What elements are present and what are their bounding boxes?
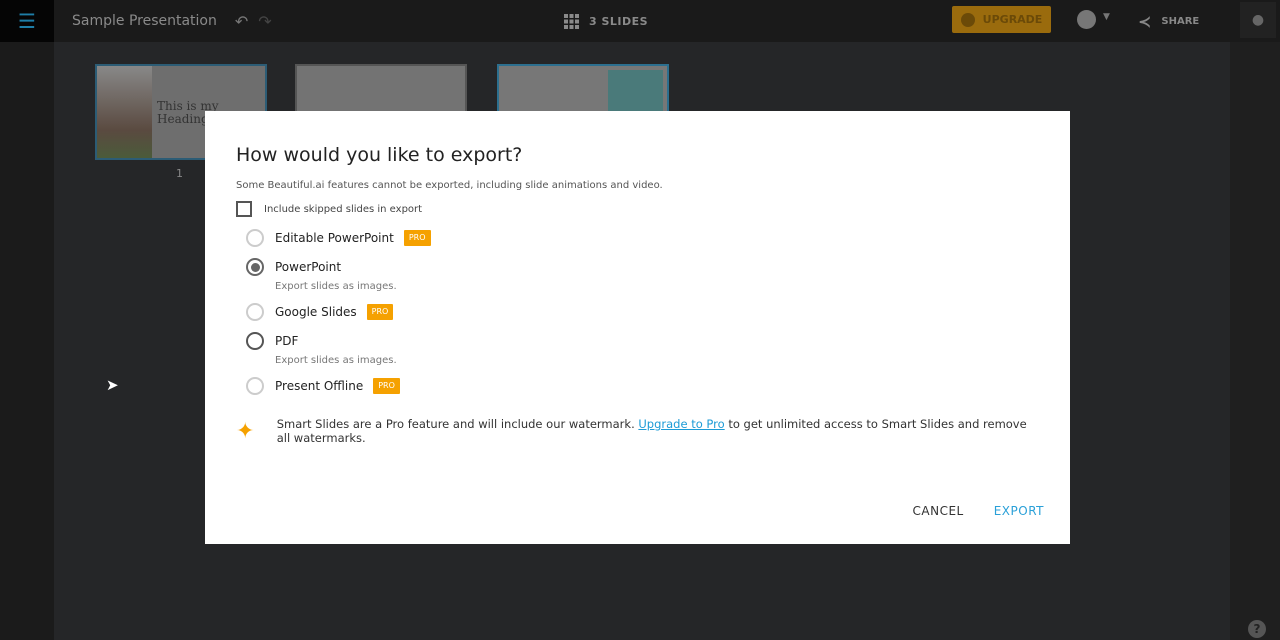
option-pdf[interactable]: PDF Export slides as images. [246, 332, 1039, 366]
radio-button[interactable] [246, 303, 264, 321]
option-hint: Export slides as images. [275, 281, 397, 292]
option-label: Google Slides [275, 305, 357, 319]
presentation-title[interactable]: Sample Presentation [72, 13, 217, 29]
grid-icon [564, 13, 579, 29]
upgrade-to-pro-link[interactable]: Upgrade to Pro [638, 417, 724, 431]
pro-badge: PRO [373, 378, 400, 394]
right-sidebar [1230, 42, 1280, 640]
option-label: PowerPoint [275, 260, 342, 274]
menu-icon[interactable]: ☰ [0, 0, 54, 42]
export-dialog: How would you like to export? Some Beaut… [205, 111, 1070, 544]
radio-button[interactable] [246, 332, 264, 350]
option-label: Editable PowerPoint [275, 231, 394, 245]
mouse-cursor-icon: ➤ [106, 376, 119, 394]
export-options: Editable PowerPoint PRO PowerPoint Export … [246, 229, 1039, 395]
cancel-button[interactable]: CANCEL [913, 504, 964, 518]
upgrade-icon [960, 12, 975, 27]
option-label: PDF [275, 334, 299, 348]
user-avatar-icon[interactable]: ● [1240, 2, 1276, 38]
include-skipped-checkbox[interactable]: Include skipped slides in export [236, 201, 1039, 217]
top-bar: ☰ Sample Presentation ↶ ↷ 3 SLIDES UPGRA… [0, 0, 1280, 42]
smart-slides-notice: ✦ Smart Slides are a Pro feature and will… [236, 417, 1039, 445]
left-sidebar [0, 42, 54, 640]
pro-badge: PRO [403, 230, 431, 246]
radio-button[interactable] [246, 258, 264, 276]
option-powerpoint[interactable]: PowerPoint Export slides as images. [246, 258, 1039, 292]
slides-button[interactable]: 3 SLIDES [564, 0, 648, 42]
share-button[interactable]: ≺ SHARE [1138, 0, 1199, 42]
notice-text: Smart Slides are a Pro feature and will … [276, 417, 639, 431]
pro-badge: PRO [366, 304, 394, 320]
dialog-title: How would you like to export? [236, 144, 523, 166]
upgrade-button[interactable]: UPGRADE [952, 6, 1051, 33]
slide-number: 1 [176, 167, 183, 180]
radio-button[interactable] [246, 229, 264, 247]
export-button[interactable]: EXPORT [994, 504, 1044, 518]
option-present-offline[interactable]: Present Offline PRO [246, 377, 1039, 395]
upgrade-label: UPGRADE [982, 13, 1043, 26]
slides-count: 3 SLIDES [589, 14, 649, 28]
undo-icon[interactable]: ↶ [235, 12, 248, 31]
dialog-subtitle: Some Beautiful.ai features cannot be exp… [236, 180, 663, 191]
share-icon: ≺ [1138, 11, 1152, 31]
chevron-down-icon[interactable]: ▼ [1103, 12, 1110, 22]
dialog-actions: CANCEL EXPORT [913, 504, 1045, 518]
option-hint: Export slides as images. [275, 355, 397, 366]
redo-icon[interactable]: ↷ [258, 12, 271, 31]
option-google-slides[interactable]: Google Slides PRO [246, 303, 1039, 321]
share-label: SHARE [1161, 15, 1200, 27]
sparkle-icon: ✦ [236, 418, 255, 444]
checkbox-label: Include skipped slides in export [264, 203, 423, 215]
radio-button[interactable] [246, 377, 264, 395]
help-icon[interactable]: ? [1248, 620, 1266, 638]
option-editable-powerpoint[interactable]: Editable PowerPoint PRO [246, 229, 1039, 247]
option-label: Present Offline [275, 379, 364, 393]
play-icon[interactable] [1077, 10, 1096, 29]
slide-image [97, 66, 152, 158]
checkbox-icon[interactable] [236, 201, 252, 217]
